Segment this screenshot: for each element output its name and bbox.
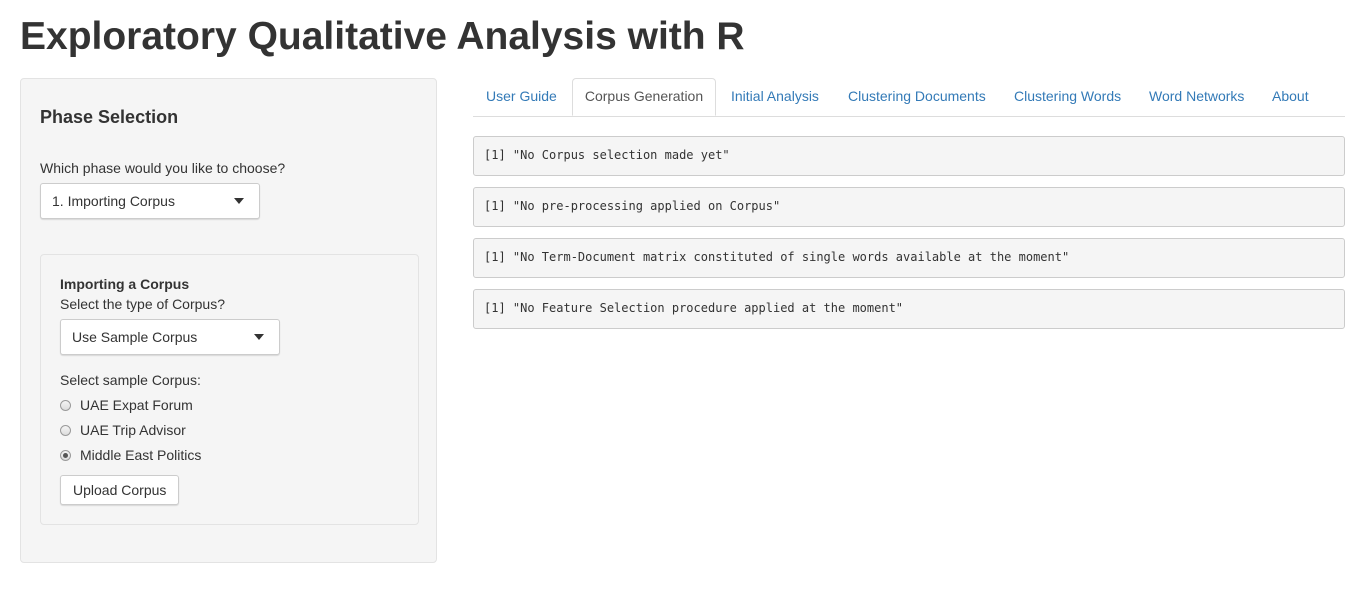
radio-label: Middle East Politics <box>80 447 202 463</box>
term-document-matrix-status-output: [1] "No Term-Document matrix constituted… <box>473 238 1345 278</box>
phase-select-value: 1. Importing Corpus <box>52 193 175 209</box>
corpus-type-select-value: Use Sample Corpus <box>72 329 198 345</box>
tab-clustering-documents[interactable]: Clustering Documents <box>848 78 986 115</box>
import-corpus-title: Importing a Corpus <box>60 276 190 292</box>
radio-button-checked-icon[interactable] <box>60 450 71 461</box>
tab-user-guide[interactable]: User Guide <box>486 78 557 115</box>
sample-corpus-label: Select sample Corpus: <box>60 372 201 388</box>
phase-question-label: Which phase would you like to choose? <box>40 160 286 176</box>
radio-label: UAE Expat Forum <box>80 397 193 413</box>
phase-selection-heading: Phase Selection <box>40 107 179 127</box>
preprocessing-status-output: [1] "No pre-processing applied on Corpus… <box>473 187 1345 227</box>
corpus-status-output: [1] "No Corpus selection made yet" <box>473 136 1345 176</box>
tab-word-networks[interactable]: Word Networks <box>1149 78 1244 115</box>
page-title: Exploratory Qualitative Analysis with R <box>20 15 745 58</box>
sidebar-panel: Phase Selection Which phase would you li… <box>20 78 437 563</box>
radio-button-icon[interactable] <box>60 425 71 436</box>
caret-down-icon <box>234 198 244 204</box>
upload-corpus-button[interactable]: Upload Corpus <box>60 475 180 505</box>
corpus-type-label: Select the type of Corpus? <box>60 296 225 312</box>
tab-clustering-words[interactable]: Clustering Words <box>1014 78 1121 115</box>
tab-corpus-generation[interactable]: Corpus Generation <box>572 78 716 116</box>
radio-label: UAE Trip Advisor <box>80 422 186 438</box>
phase-select[interactable]: 1. Importing Corpus <box>40 183 260 219</box>
feature-selection-status-output: [1] "No Feature Selection procedure appl… <box>473 289 1345 329</box>
tab-bar: User Guide Corpus Generation Initial Ana… <box>473 78 1345 117</box>
caret-down-icon <box>254 334 264 340</box>
corpus-type-select[interactable]: Use Sample Corpus <box>60 319 280 355</box>
radio-button-icon[interactable] <box>60 400 71 411</box>
tab-about[interactable]: About <box>1272 78 1309 115</box>
import-corpus-panel: Importing a Corpus Select the type of Co… <box>40 254 419 525</box>
tab-initial-analysis[interactable]: Initial Analysis <box>731 78 819 115</box>
